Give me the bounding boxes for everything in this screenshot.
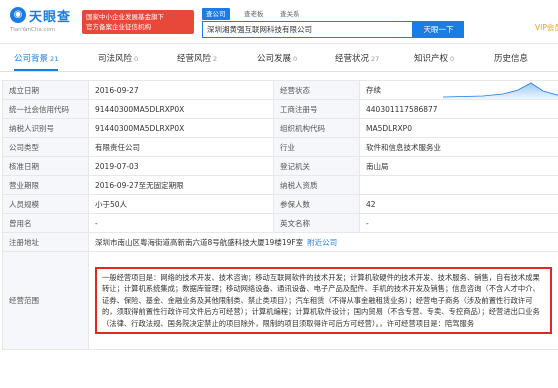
row-value: MA5DLRXP0 <box>359 118 558 138</box>
business-info-table: 成立日期 2016-09-27 经营状态 存续 统一社会信用代码 9144030… <box>2 80 558 350</box>
trend-graph-thumbnail[interactable] <box>443 82 558 99</box>
row-label: 公司类型 <box>2 137 89 157</box>
row-label: 行业 <box>273 137 360 157</box>
row-label: 成立日期 <box>2 80 89 100</box>
row-label: 参保人数 <box>273 194 360 214</box>
search-button[interactable]: 天眼一下 <box>413 21 464 38</box>
tab-count: 0 <box>293 55 298 63</box>
table-row: 人员规模 小于50人 参保人数 42 <box>2 194 558 214</box>
row-value: 91440300MA5DLRXP0X <box>88 99 274 119</box>
tab-company-development[interactable]: 公司发展 0 <box>257 50 297 71</box>
logo-subtitle: TianYanCha.com <box>10 27 56 33</box>
row-value: 小于50人 <box>88 194 274 214</box>
trend-chart-icon <box>443 82 558 99</box>
table-row: 营业期限 2016-09-27至无固定期限 纳税人资质 <box>2 175 558 195</box>
logo-text: 天眼查 <box>29 10 72 25</box>
tab-business-status[interactable]: 经营状况 27 <box>335 50 379 71</box>
row-value: 2016-09-27 <box>88 80 274 100</box>
row-value: 软件和信息技术服务业 <box>359 137 558 157</box>
row-value: - <box>88 213 274 233</box>
tab-legal-risk[interactable]: 司法风险 0 <box>98 50 138 71</box>
business-scope-highlight: 一般经营项目是：网络的技术开发、技术咨询；移动互联网软件的技术开发；计算机软硬件… <box>95 266 552 335</box>
tab-label: 经营风险 <box>177 54 212 64</box>
tab-count: 2 <box>213 55 218 63</box>
row-label: 人员规模 <box>2 194 89 214</box>
row-label: 核准日期 <box>2 156 89 176</box>
row-label: 经营范围 <box>2 251 89 350</box>
row-label: 英文名称 <box>273 213 360 233</box>
table-row: 纳税人识别号 91440300MA5DLRXP0X 组织机构代码 MA5DLRX… <box>2 118 558 138</box>
row-value: 2019-07-03 <box>88 156 274 176</box>
row-value: 42 <box>359 194 558 214</box>
row-value: - <box>359 213 558 233</box>
table-row: 核准日期 2019-07-03 登记机关 南山局 <box>2 156 558 176</box>
gov-badge-line-2: 官方备案企业征信机构 <box>86 23 151 31</box>
row-value: 有限责任公司 <box>88 137 274 157</box>
table-row: 公司类型 有限责任公司 行业 软件和信息技术服务业 <box>2 137 558 157</box>
nearby-companies-link[interactable]: 附近公司 <box>307 238 337 247</box>
tab-label: 公司发展 <box>257 54 292 64</box>
vip-link[interactable]: VIP会员 <box>535 22 558 33</box>
table-row-scope: 经营范围 一般经营项目是：网络的技术开发、技术咨询；移动互联网软件的技术开发；计… <box>2 251 558 350</box>
gov-badge: 国家中小企业发展基金旗下 官方备案企业征信机构 <box>82 10 194 34</box>
logo-eye-icon: ◉ <box>10 7 26 23</box>
row-label: 经营状态 <box>273 80 360 100</box>
tab-count: 21 <box>50 55 59 63</box>
row-label: 统一社会信用代码 <box>2 99 89 119</box>
search-tab-company[interactable]: 查公司 <box>202 8 230 20</box>
tab-operation-risk[interactable]: 经营风险 2 <box>177 50 217 71</box>
tab-count: 0 <box>134 55 139 63</box>
section-tabs: 公司背景 21 司法风险 0 经营风险 2 公司发展 0 经营状况 27 知识产权 0 历史… <box>0 50 558 72</box>
row-value: 2016-09-27至无固定期限 <box>88 175 274 195</box>
row-value: 440301117586877 <box>359 99 558 119</box>
tab-history[interactable]: 历史信息 <box>494 50 530 71</box>
tab-count: 27 <box>371 55 380 63</box>
tab-count: 0 <box>450 55 455 63</box>
search-tab-boss[interactable]: 查老板 <box>240 8 268 20</box>
business-scope-text: 一般经营项目是：网络的技术开发、技术咨询；移动互联网软件的技术开发；计算机软硬件… <box>102 272 540 328</box>
tab-label: 司法风险 <box>98 54 133 64</box>
table-row-address: 注册地址 深圳市南山区粤海街道高新南六道8号航盛科技大厦19楼19F室 附近公司 <box>2 232 558 252</box>
table-row: 成立日期 2016-09-27 经营状态 存续 <box>2 80 558 100</box>
row-value: 存续 <box>366 85 381 94</box>
row-label: 组织机构代码 <box>273 118 360 138</box>
address-cell: 深圳市南山区粤海街道高新南六道8号航盛科技大厦19楼19F室 附近公司 <box>88 232 558 252</box>
gov-badge-line-1: 国家中小企业发展基金旗下 <box>86 13 164 21</box>
row-label: 曾用名 <box>2 213 89 233</box>
tab-label: 经营状况 <box>335 54 370 64</box>
table-row: 曾用名 - 英文名称 - <box>2 213 558 233</box>
row-label: 工商注册号 <box>273 99 360 119</box>
row-label: 注册地址 <box>2 232 89 252</box>
row-value: 91440300MA5DLRXP0X <box>88 118 274 138</box>
row-label: 纳税人识别号 <box>2 118 89 138</box>
top-header: ◉ 天眼查 TianYanCha.com 国家中小企业发展基金旗下 官方备案企业… <box>0 0 558 44</box>
row-value: 南山局 <box>359 156 558 176</box>
row-value-with-graph: 存续 <box>359 80 558 100</box>
search-input[interactable] <box>203 22 412 37</box>
tab-label: 知识产权 <box>414 54 449 64</box>
scope-cell: 一般经营项目是：网络的技术开发、技术咨询；移动互联网软件的技术开发；计算机软硬件… <box>88 251 558 350</box>
search-tab-relation[interactable]: 查关系 <box>276 8 304 20</box>
table-row: 统一社会信用代码 91440300MA5DLRXP0X 工商注册号 440301… <box>2 99 558 119</box>
tab-intellectual-property[interactable]: 知识产权 0 <box>414 50 454 71</box>
row-label: 登记机关 <box>273 156 360 176</box>
row-label: 营业期限 <box>2 175 89 195</box>
tab-label: 公司背景 <box>14 54 49 64</box>
site-logo[interactable]: ◉ 天眼查 TianYanCha.com <box>10 6 76 36</box>
row-value <box>359 175 558 195</box>
row-label: 纳税人资质 <box>273 175 360 195</box>
search-box <box>202 21 413 38</box>
tab-company-background[interactable]: 公司背景 21 <box>14 50 59 71</box>
address-value: 深圳市南山区粤海街道高新南六道8号航盛科技大厦19楼19F室 <box>95 237 304 247</box>
tab-label: 历史信息 <box>494 54 529 64</box>
